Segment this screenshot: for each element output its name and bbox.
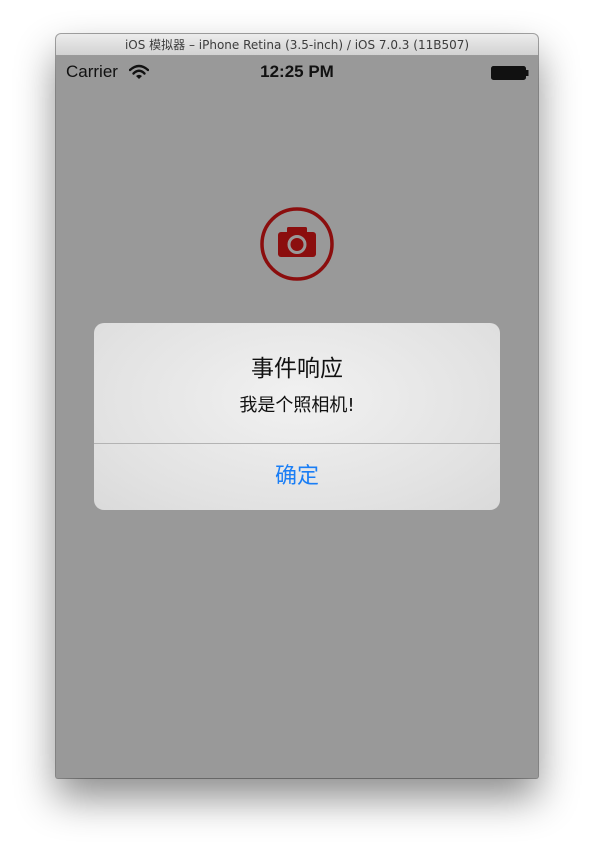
- alert-dialog: 事件响应 我是个照相机! 确定: [94, 323, 500, 510]
- status-bar: Carrier 12:25 PM: [56, 56, 538, 88]
- stage: iOS 模拟器 – iPhone Retina (3.5-inch) / iOS…: [0, 0, 594, 856]
- alert-ok-button[interactable]: 确定: [94, 444, 500, 510]
- window-title: iOS 模拟器 – iPhone Retina (3.5-inch) / iOS…: [124, 38, 470, 52]
- alert-message: 我是个照相机!: [239, 395, 355, 416]
- battery-icon: [491, 66, 529, 80]
- alert-title: 事件响应: [251, 356, 343, 382]
- simulator-window: iOS 模拟器 – iPhone Retina (3.5-inch) / iOS…: [56, 34, 538, 778]
- camera-icon: [260, 207, 334, 281]
- camera-button[interactable]: [259, 206, 335, 282]
- status-time: 12:25 PM: [260, 62, 334, 81]
- window-title-bar[interactable]: iOS 模拟器 – iPhone Retina (3.5-inch) / iOS…: [56, 34, 538, 56]
- device-screen: Carrier 12:25 PM 事件响应 我是个照相机! 确定: [56, 56, 538, 778]
